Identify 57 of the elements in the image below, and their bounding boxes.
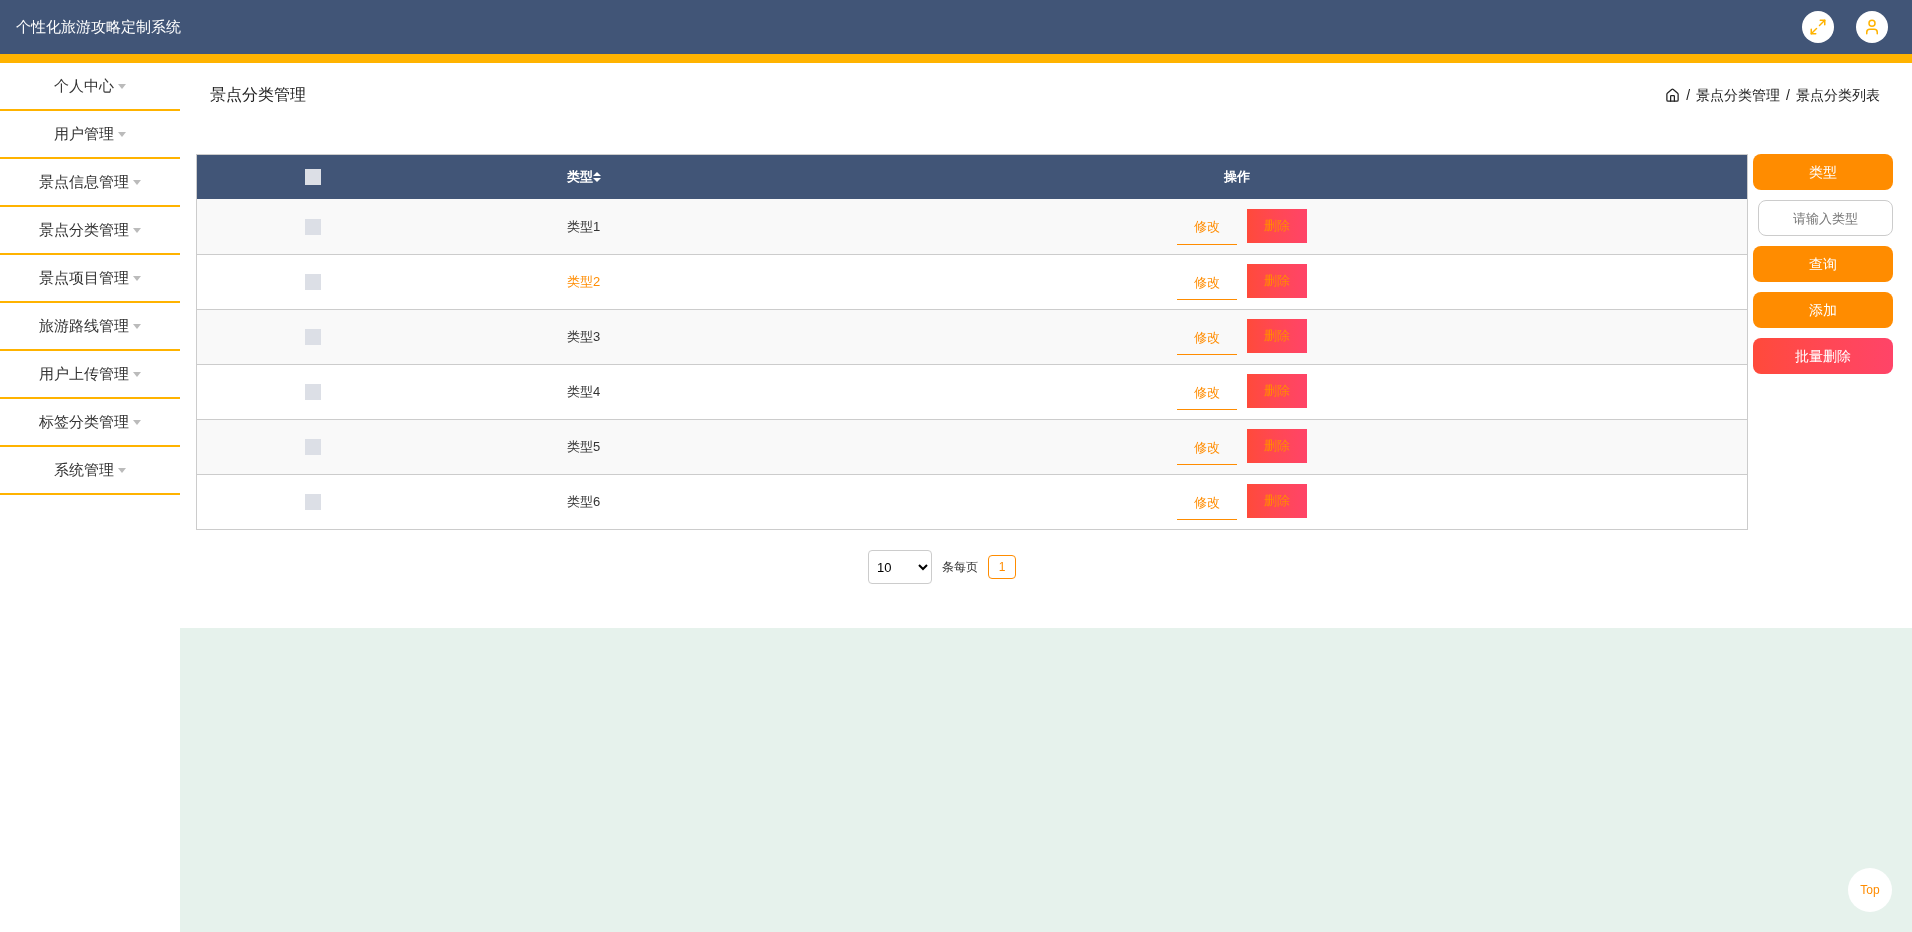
back-to-top-button[interactable]: Top: [1848, 868, 1892, 912]
page-button[interactable]: 1: [988, 555, 1016, 579]
column-header[interactable]: 类型: [567, 167, 593, 187]
page-title: 景点分类管理: [210, 85, 306, 105]
edit-button[interactable]: 修改: [1177, 210, 1237, 245]
breadcrumb-item[interactable]: 景点分类列表: [1796, 84, 1880, 106]
action-button[interactable]: 添加: [1753, 292, 1893, 328]
row-checkbox[interactable]: [305, 329, 321, 345]
breadcrumb-separator: /: [1686, 85, 1691, 105]
home-icon[interactable]: [1665, 87, 1681, 103]
caret-icon: [133, 227, 141, 233]
select-all-checkbox[interactable]: [305, 169, 321, 185]
caret-icon: [118, 83, 126, 89]
caret-icon: [133, 371, 141, 377]
user-icon: [1863, 18, 1881, 36]
row-checkbox[interactable]: [305, 439, 321, 455]
fullscreen-button[interactable]: [1802, 11, 1834, 43]
edit-button[interactable]: 修改: [1177, 376, 1237, 410]
page-size-select[interactable]: 10: [868, 550, 932, 584]
expand-icon: [1809, 18, 1827, 36]
row-checkbox[interactable]: [305, 384, 321, 400]
edit-button[interactable]: 修改: [1177, 431, 1237, 465]
row-checkbox[interactable]: [305, 494, 321, 510]
delete-button[interactable]: 删除: [1247, 484, 1307, 518]
caret-icon: [133, 419, 141, 425]
type-search-field[interactable]: 请输入类型: [1758, 200, 1893, 236]
table-cell: 类型3: [567, 329, 601, 345]
caret-icon: [133, 323, 141, 329]
caret-icon: [118, 131, 126, 137]
row-checkbox[interactable]: [305, 218, 321, 235]
breadcrumb-separator: /: [1786, 85, 1790, 105]
caret-icon: [133, 179, 141, 185]
edit-button[interactable]: 修改: [1177, 321, 1237, 355]
delete-button[interactable]: 删除: [1247, 319, 1307, 353]
table-cell: 类型1: [567, 218, 601, 234]
caret-icon: [133, 275, 141, 281]
delete-button[interactable]: 删除: [1247, 208, 1307, 243]
batch-delete-button[interactable]: 批量删除: [1753, 338, 1893, 374]
action-button[interactable]: 查询: [1753, 246, 1893, 282]
table-cell: 类型5: [567, 439, 601, 455]
table-cell: 类型2: [567, 274, 601, 290]
edit-button[interactable]: 修改: [1177, 486, 1237, 520]
app-title: 个性化旅游攻略定制系统: [16, 16, 182, 37]
delete-button[interactable]: 删除: [1247, 374, 1307, 408]
sort-icon[interactable]: [593, 172, 601, 182]
breadcrumb-item[interactable]: 景点分类管理: [1696, 84, 1781, 106]
edit-button[interactable]: 修改: [1177, 266, 1237, 300]
column-header: 操作: [1224, 168, 1250, 187]
table-cell: 类型6: [567, 494, 601, 510]
row-checkbox[interactable]: [305, 274, 321, 290]
delete-button[interactable]: 删除: [1247, 264, 1307, 298]
per-page-label: 条每页: [942, 559, 978, 576]
user-button[interactable]: [1856, 11, 1888, 43]
delete-button[interactable]: 删除: [1247, 429, 1307, 463]
table-cell: 类型4: [567, 384, 601, 400]
field-label: 类型: [1753, 154, 1893, 190]
caret-icon: [118, 467, 126, 473]
